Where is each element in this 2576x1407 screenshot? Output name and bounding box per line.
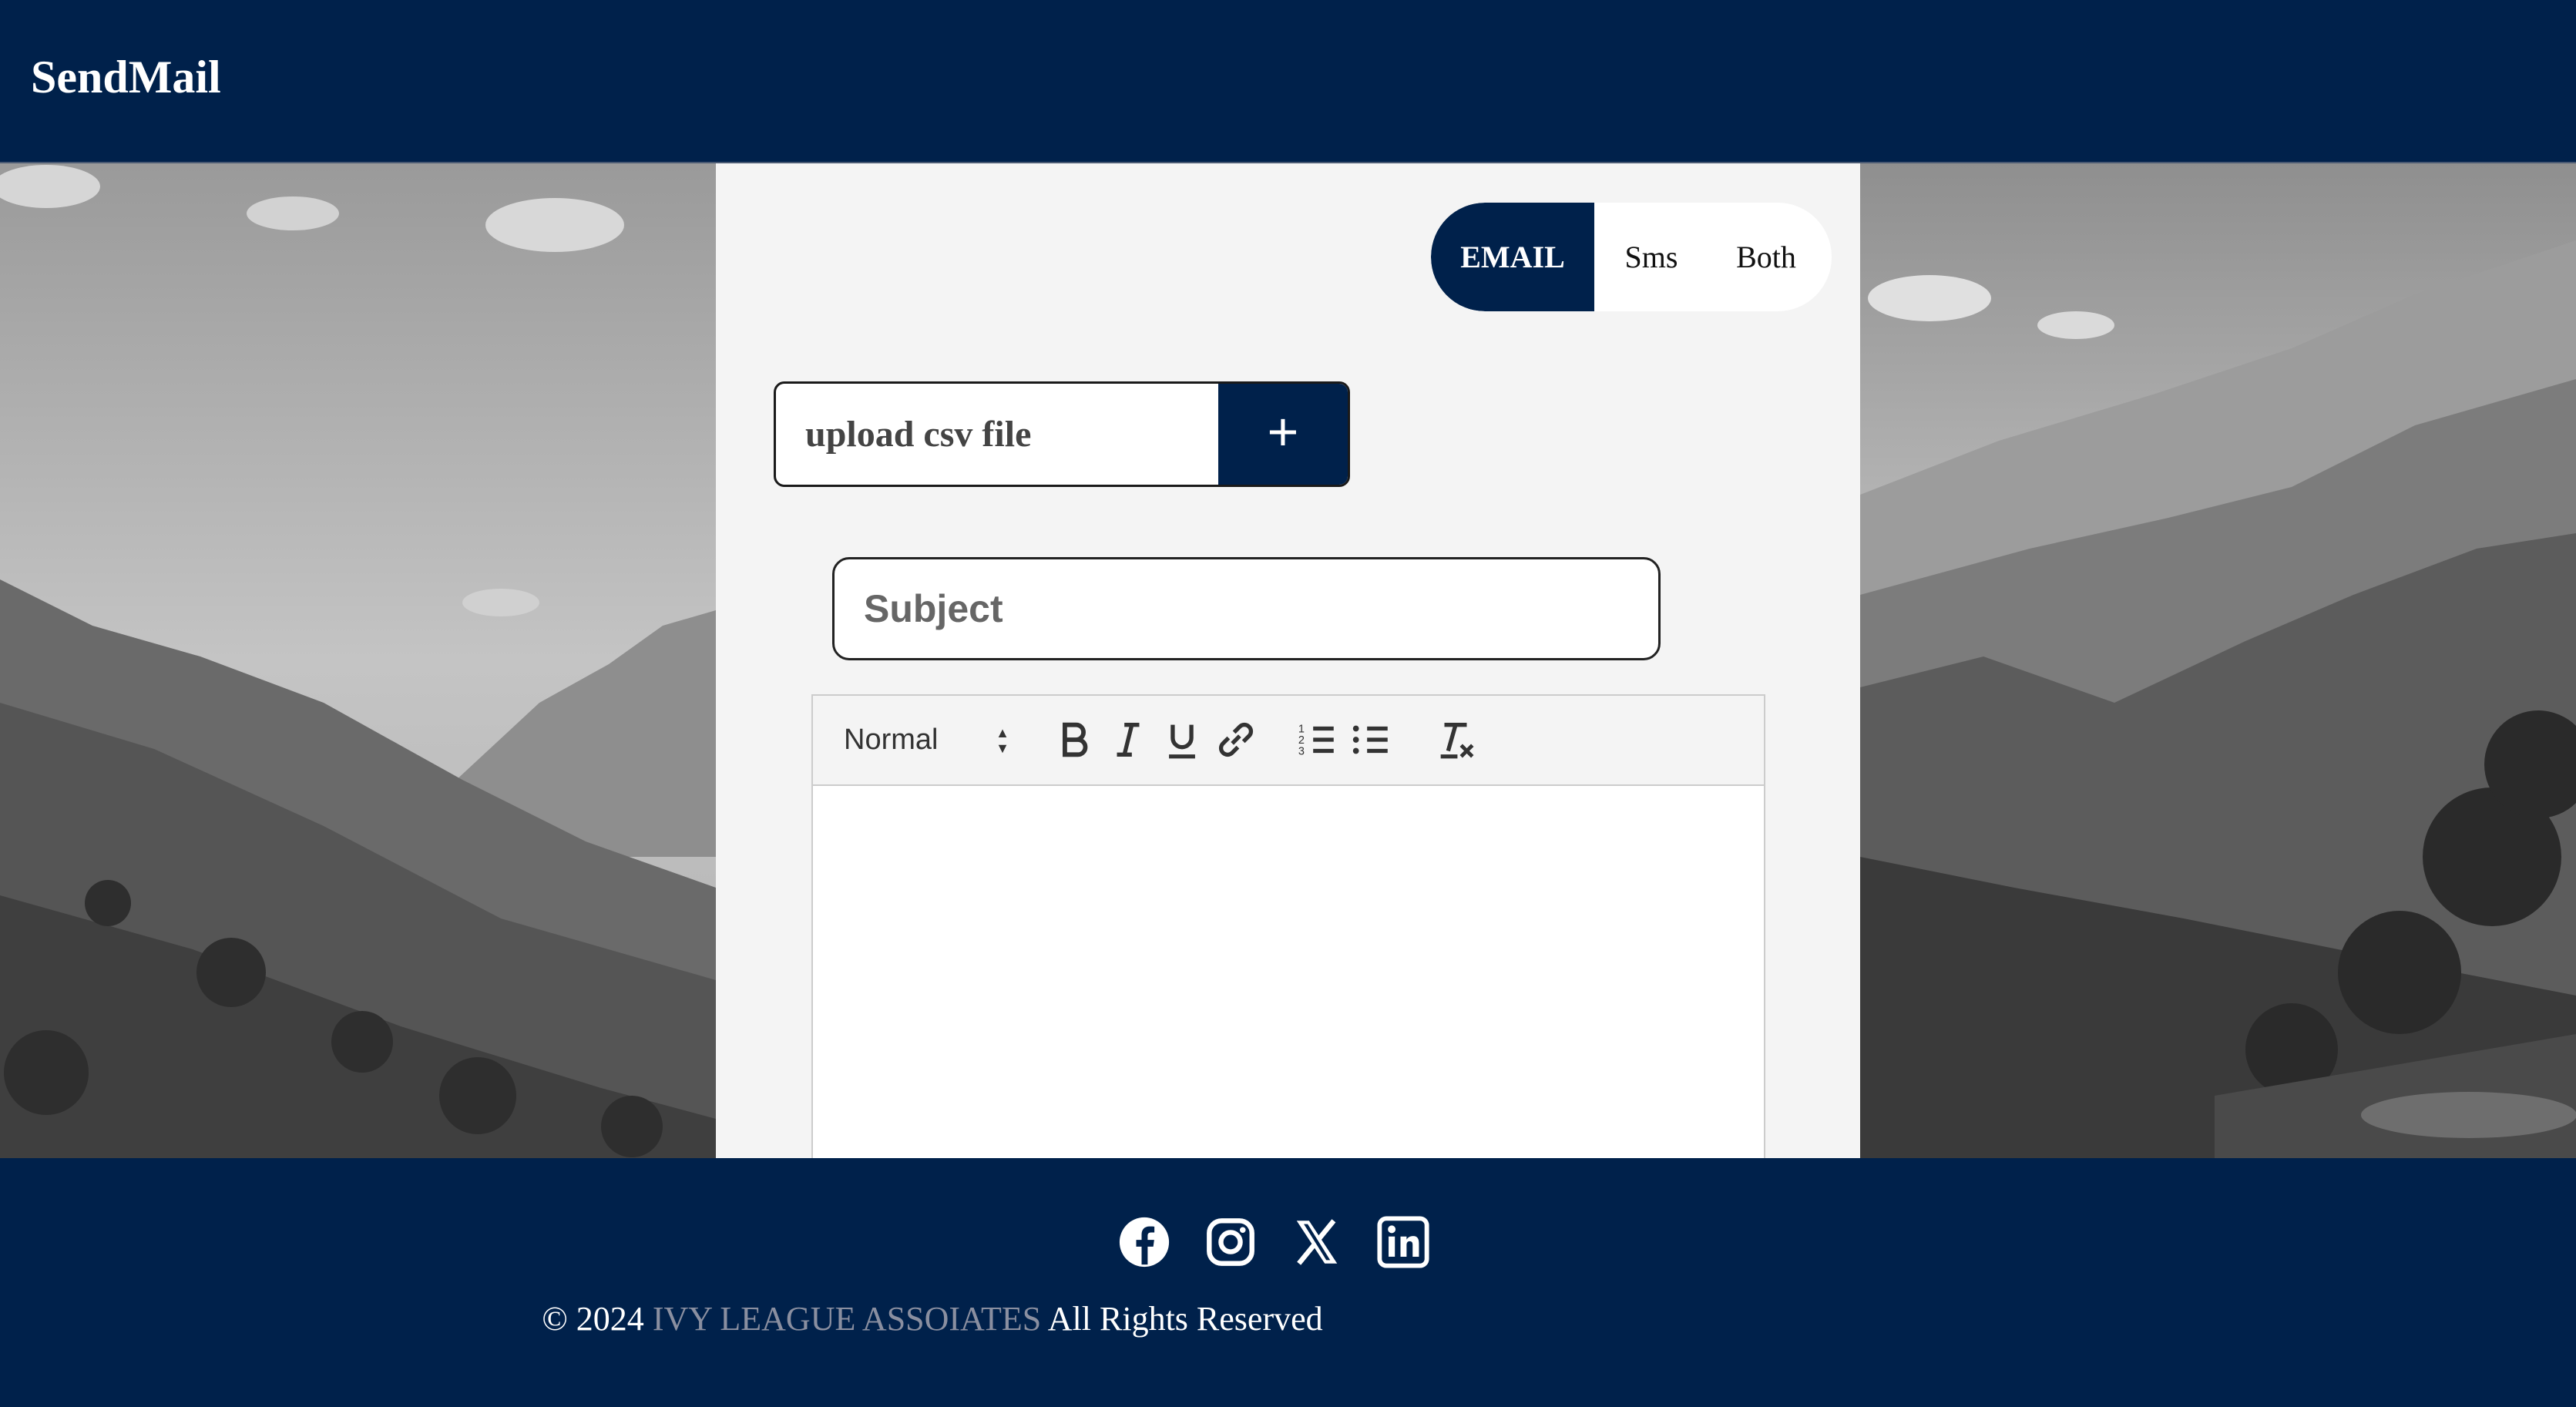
ordered-list-icon[interactable]: 123 xyxy=(1295,717,1339,762)
clear-format-icon[interactable] xyxy=(1433,717,1478,762)
format-select-value: Normal xyxy=(844,724,939,756)
bold-icon[interactable] xyxy=(1052,717,1097,762)
italic-icon[interactable] xyxy=(1106,717,1150,762)
underline-icon[interactable] xyxy=(1160,717,1204,762)
subject-input[interactable] xyxy=(832,557,1661,660)
upload-label: upload csv file xyxy=(805,414,1032,455)
tab-sms[interactable]: Sms xyxy=(1594,203,1708,311)
plus-icon: + xyxy=(1267,401,1299,462)
copyright-text: © 2024 IVY LEAGUE ASSOIATES All Rights R… xyxy=(0,1299,1865,1338)
format-select[interactable]: Normal ▲ ▼ xyxy=(844,696,1009,784)
copyright-prefix: © 2024 xyxy=(542,1300,644,1338)
svg-text:3: 3 xyxy=(1298,745,1305,757)
upload-button[interactable]: + xyxy=(1218,384,1348,485)
editor-body[interactable] xyxy=(813,786,1764,1158)
link-icon[interactable] xyxy=(1214,717,1258,762)
instagram-icon[interactable] xyxy=(1204,1215,1258,1269)
main-panel: EMAIL Sms Both upload csv file + Normal … xyxy=(716,163,1860,1158)
tab-both[interactable]: Both xyxy=(1708,203,1824,311)
csv-upload[interactable]: upload csv file + xyxy=(774,381,1350,487)
rich-text-editor: Normal ▲ ▼ 123 xyxy=(811,694,1765,1158)
tab-email[interactable]: EMAIL xyxy=(1431,203,1594,311)
facebook-icon[interactable] xyxy=(1117,1215,1171,1269)
brand-logo[interactable]: SendMail xyxy=(31,51,221,104)
bullet-list-icon[interactable] xyxy=(1348,717,1393,762)
editor-toolbar: Normal ▲ ▼ 123 xyxy=(813,696,1764,786)
channel-toggle: EMAIL Sms Both xyxy=(1431,203,1832,311)
background-image-right xyxy=(1860,163,2576,1158)
x-icon[interactable] xyxy=(1290,1215,1344,1269)
navbar: SendMail xyxy=(0,0,2576,163)
company-name[interactable]: IVY LEAGUE ASSOIATES xyxy=(653,1300,1041,1338)
linkedin-icon[interactable] xyxy=(1376,1215,1430,1269)
copyright-suffix: All Rights Reserved xyxy=(1047,1300,1323,1338)
chevron-updown-icon: ▲ ▼ xyxy=(996,725,1009,756)
footer: © 2024 IVY LEAGUE ASSOIATES All Rights R… xyxy=(0,1158,2576,1407)
background-image-left xyxy=(0,163,716,1158)
